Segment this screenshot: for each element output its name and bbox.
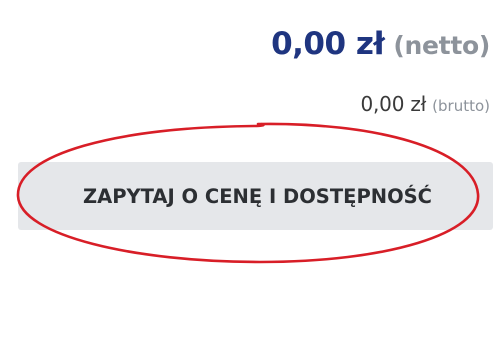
price-box: 0,00 zł (netto) 0,00 zł (brutto) ZAPYTAJ… (0, 0, 501, 338)
gross-price-line: 0,00 zł (brutto) (360, 92, 490, 122)
gross-label: (brutto) (432, 97, 490, 115)
gross-price: 0,00 zł (360, 92, 427, 116)
ask-price-availability-label: ZAPYTAJ O CENĘ I DOSTĘPNOŚĆ (82, 184, 432, 208)
net-label: (netto) (393, 31, 490, 60)
net-price-line: 0,00 zł (netto) (271, 26, 490, 74)
net-price: 0,00 zł (271, 26, 385, 62)
ask-price-availability-button[interactable]: ZAPYTAJ O CENĘ I DOSTĘPNOŚĆ (18, 162, 493, 230)
